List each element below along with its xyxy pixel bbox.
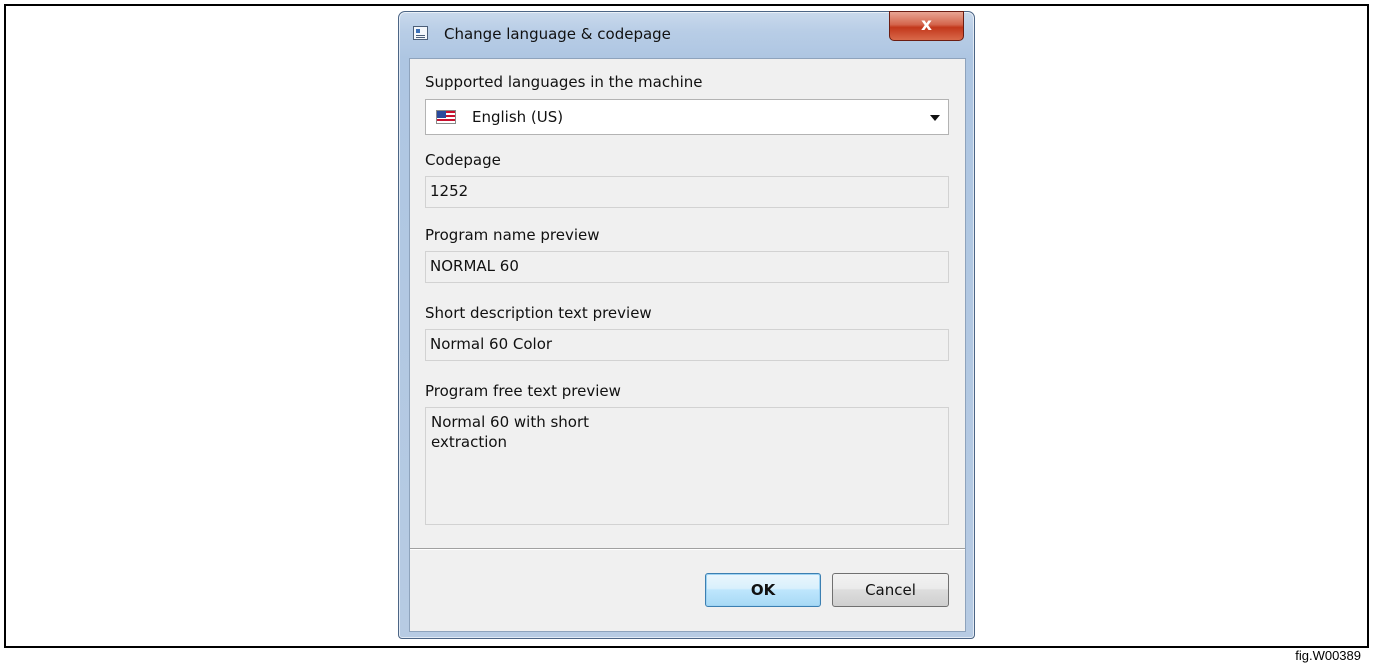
free-text-line: extraction <box>431 433 508 451</box>
us-flag-icon <box>436 110 456 124</box>
codepage-label: Codepage <box>425 151 501 169</box>
dialog-body: Supported languages in the machine Engli… <box>409 58 966 632</box>
button-separator <box>410 548 965 550</box>
free-text-line: Normal 60 with short <box>431 413 590 431</box>
program-name-label: Program name preview <box>425 226 600 244</box>
dialog-window: Change language & codepage x Supported l… <box>398 11 975 639</box>
title-bar[interactable]: Change language & codepage x <box>399 11 974 58</box>
ok-button[interactable]: OK <box>705 573 821 607</box>
program-name-field[interactable]: NORMAL 60 <box>425 251 949 283</box>
free-text-area[interactable]: Normal 60 with short extraction <box>425 407 949 525</box>
short-description-field[interactable]: Normal 60 Color <box>425 329 949 361</box>
language-selected-value: English (US) <box>472 108 564 126</box>
figure-caption: fig.W00389 <box>1295 648 1361 663</box>
language-dropdown[interactable]: English (US) <box>425 99 949 135</box>
close-button[interactable]: x <box>889 11 964 41</box>
window-app-icon <box>413 26 428 40</box>
chevron-down-icon[interactable] <box>930 115 940 121</box>
cancel-button[interactable]: Cancel <box>832 573 949 607</box>
free-text-label: Program free text preview <box>425 382 621 400</box>
languages-label: Supported languages in the machine <box>425 73 703 91</box>
window-title: Change language & codepage <box>444 25 671 43</box>
short-description-label: Short description text preview <box>425 304 652 322</box>
codepage-field[interactable]: 1252 <box>425 176 949 208</box>
